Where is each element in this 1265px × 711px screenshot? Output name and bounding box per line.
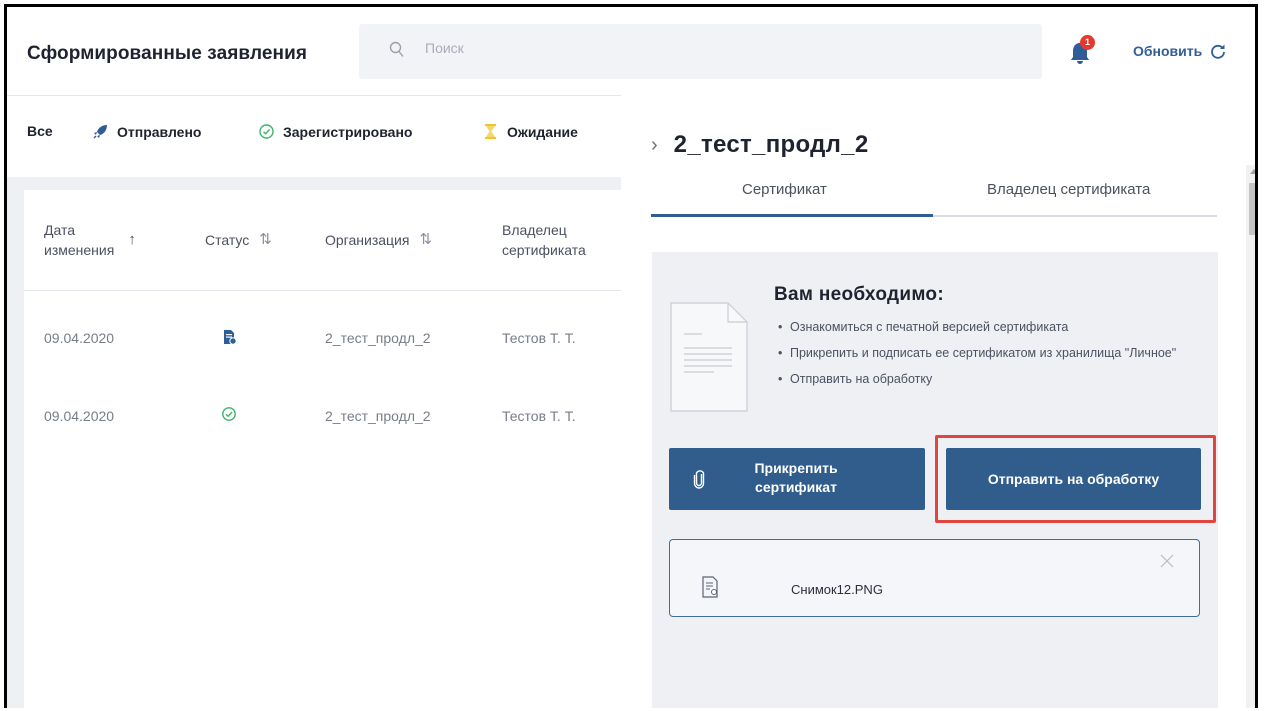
refresh-button[interactable]: Обновить: [1133, 43, 1226, 59]
instruction-item: Ознакомиться с печатной версией сертифик…: [778, 320, 1198, 335]
scroll-up-arrow[interactable]: [1250, 169, 1255, 174]
hourglass-icon: [485, 124, 496, 139]
filter-all-label: Все: [27, 123, 53, 139]
detail-pane: › 2_тест_продл_2 Сертификат Владелец сер…: [621, 95, 1255, 708]
column-header-owner[interactable]: Владелец сертификата: [502, 190, 586, 290]
applications-table: Дата изменения ↑ Статус ⇅ Организация ⇅ …: [24, 190, 621, 708]
header-divider: [24, 290, 621, 291]
file-name: Снимок12.PNG: [791, 582, 883, 597]
row-owner: Тестов Т. Т.: [502, 330, 576, 346]
filter-all[interactable]: Все: [27, 123, 53, 139]
filter-waiting-label: Ожидание: [507, 123, 578, 140]
sort-icon: ⇅: [259, 231, 272, 248]
check-circle-icon: [222, 407, 236, 421]
column-owner-line1: Владелец: [502, 222, 567, 238]
app-window: Сформированные заявления 1 Обновить Все: [4, 4, 1258, 708]
filter-sent-label: Отправлено: [117, 123, 202, 140]
sort-icon: ⇅: [419, 231, 433, 248]
detail-header: › 2_тест_продл_2: [651, 131, 868, 159]
page-title: Сформированные заявления: [27, 43, 308, 64]
paperclip-icon: [693, 470, 705, 489]
attach-certificate-button[interactable]: Прикрепить сертификат: [669, 448, 925, 510]
column-date-line2: изменения: [44, 242, 115, 258]
search-box[interactable]: [359, 24, 1042, 79]
column-header-organization[interactable]: Организация ⇅: [325, 190, 432, 290]
column-header-date[interactable]: Дата изменения ↑: [44, 190, 164, 290]
attach-certificate-label: Прикрепить сертификат: [754, 460, 838, 495]
detail-tabs: Сертификат Владелец сертификата: [651, 173, 1217, 217]
refresh-label: Обновить: [1133, 43, 1203, 59]
row-date: 09.04.2020: [44, 330, 115, 346]
notification-badge: 1: [1080, 35, 1095, 50]
instruction-item: Прикрепить и подписать ее сертификатом и…: [778, 346, 1198, 361]
tab-certificate-owner[interactable]: Владелец сертификата: [987, 181, 1150, 198]
applications-list-pane: Все Отправлено Зарегистрировано Ожидание…: [7, 95, 621, 708]
filter-registered[interactable]: Зарегистрировано: [258, 123, 412, 140]
column-owner-line2: сертификата: [502, 242, 586, 258]
row-owner: Тестов Т. Т.: [502, 408, 576, 424]
active-tab-indicator: [651, 214, 933, 217]
search-icon: [389, 41, 404, 57]
column-date-line1: Дата: [44, 222, 76, 238]
row-organization: 2_тест_продл_2: [325, 330, 431, 346]
check-circle-icon: [259, 124, 274, 139]
filter-sent[interactable]: Отправлено: [92, 123, 201, 140]
attached-file: Снимок12.PNG: [669, 539, 1200, 617]
filter-waiting[interactable]: Ожидание: [482, 123, 578, 140]
document-sent-icon: [224, 330, 237, 345]
instructions-heading: Вам необходимо:: [774, 284, 944, 305]
rocket-icon: [93, 125, 107, 139]
row-date: 09.04.2020: [44, 408, 115, 424]
document-icon: [670, 302, 748, 412]
status-filters: Все Отправлено Зарегистрировано Ожидание: [7, 95, 621, 177]
tab-certificate[interactable]: Сертификат: [742, 181, 827, 198]
column-status-label: Статус: [205, 232, 250, 248]
chevron-right-icon[interactable]: ›: [651, 134, 658, 157]
column-header-status[interactable]: Статус ⇅: [205, 190, 272, 290]
scrollbar[interactable]: [1246, 165, 1255, 708]
certificate-file-icon: [702, 576, 718, 598]
top-bar: Сформированные заявления 1 Обновить: [7, 7, 1255, 97]
close-icon[interactable]: [1160, 554, 1174, 568]
instructions-list: Ознакомиться с печатной версией сертифик…: [778, 320, 1198, 398]
refresh-icon: [1211, 44, 1226, 59]
send-for-processing-button[interactable]: Отправить на обработку: [946, 448, 1201, 510]
search-input[interactable]: [425, 40, 985, 56]
row-organization: 2_тест_продл_2: [325, 408, 431, 424]
scrollbar-thumb[interactable]: [1249, 183, 1255, 235]
instructions-card: Вам необходимо: Ознакомиться с печатной …: [652, 252, 1218, 708]
filter-registered-label: Зарегистрировано: [283, 123, 413, 140]
sort-asc-icon: ↑: [128, 231, 136, 248]
send-for-processing-label: Отправить на обработку: [987, 470, 1160, 487]
column-organization-label: Организация: [325, 232, 410, 248]
detail-title: 2_тест_продл_2: [673, 131, 869, 158]
instruction-item: Отправить на обработку: [778, 372, 1198, 387]
